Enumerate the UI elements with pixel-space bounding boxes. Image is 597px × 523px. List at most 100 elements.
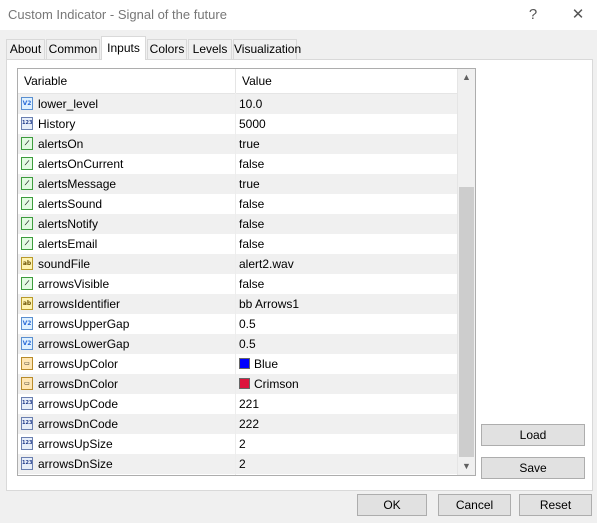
tab-inputs[interactable]: Inputs: [101, 36, 146, 60]
load-button[interactable]: Load: [481, 424, 585, 446]
input-name: arrowsUpperGap: [38, 317, 130, 331]
column-header-variable[interactable]: Variable: [24, 74, 67, 88]
input-name: arrowsUpSize: [38, 437, 113, 451]
input-row-arrowsDnCode[interactable]: 123 arrowsDnCode 222: [18, 414, 458, 434]
input-row-alertsOnCurrent[interactable]: ⟋ alertsOnCurrent false: [18, 154, 458, 174]
input-row-alertsMessage[interactable]: ⟋ alertsMessage true: [18, 174, 458, 194]
input-row-arrowsUpSize[interactable]: 123 arrowsUpSize 2: [18, 434, 458, 454]
color-type-icon: ▭: [21, 357, 33, 370]
input-row-arrowsIdentifier[interactable]: ab arrowsIdentifier bb Arrows1: [18, 294, 458, 314]
input-value-text: 2: [239, 437, 246, 451]
input-row-arrowsLowerGap[interactable]: V2 arrowsLowerGap 0.5: [18, 334, 458, 354]
input-value[interactable]: 0.5: [239, 317, 256, 331]
input-row-alertsSound[interactable]: ⟋ alertsSound false: [18, 194, 458, 214]
color-swatch[interactable]: [239, 378, 250, 389]
input-row-arrowsDnSize[interactable]: 123 arrowsDnSize 2: [18, 454, 458, 474]
input-value[interactable]: false: [239, 277, 264, 291]
color-swatch[interactable]: [239, 358, 250, 369]
tab-visualization[interactable]: Visualization: [233, 39, 301, 59]
input-value[interactable]: 10.0: [239, 97, 262, 111]
input-value[interactable]: alert2.wav: [239, 257, 294, 271]
input-row-arrowsUpColor[interactable]: ▭ arrowsUpColor Blue: [18, 354, 458, 374]
inputs-panel: Variable Value V2 lower_level 10.0 123 Histo…: [6, 59, 593, 491]
double-type-icon: V2: [21, 97, 33, 110]
input-name: soundFile: [38, 257, 91, 271]
tab-about[interactable]: About: [6, 39, 45, 59]
integer-type-icon: 123: [21, 397, 33, 410]
input-value[interactable]: false: [239, 217, 264, 231]
input-value-text: true: [239, 137, 260, 151]
color-type-icon: ▭: [21, 377, 33, 390]
save-button[interactable]: Save: [481, 457, 585, 479]
input-name: alertsNotify: [38, 217, 99, 231]
boolean-type-icon: ⟋: [21, 197, 33, 210]
input-value-text: 2: [239, 457, 246, 471]
input-value[interactable]: 5000: [239, 117, 266, 131]
input-value[interactable]: bb Arrows1: [239, 297, 299, 311]
input-row-arrowsUpCode[interactable]: 123 arrowsUpCode 221: [18, 394, 458, 414]
input-value-text: 0.5: [239, 317, 256, 331]
input-row-alertsOn[interactable]: ⟋ alertsOn true: [18, 134, 458, 154]
input-value-text: Crimson: [254, 377, 299, 391]
column-divider[interactable]: [235, 69, 236, 93]
integer-type-icon: 123: [21, 417, 33, 430]
input-value[interactable]: true: [239, 137, 260, 151]
tab-levels[interactable]: Levels: [188, 39, 232, 59]
boolean-type-icon: ⟋: [21, 177, 33, 190]
reset-button[interactable]: Reset: [519, 494, 592, 516]
input-name: arrowsIdentifier: [38, 297, 121, 311]
input-name: alertsEmail: [38, 237, 98, 251]
input-value-text: false: [239, 237, 265, 251]
input-name: arrowsDnColor: [38, 377, 119, 391]
input-value-text: 0.5: [239, 337, 256, 351]
input-value[interactable]: Blue: [239, 357, 278, 371]
input-value-text: alert2.wav: [239, 257, 294, 271]
input-row-arrowsUpperGap[interactable]: V2 arrowsUpperGap 0.5: [18, 314, 458, 334]
input-value[interactable]: 0.5: [239, 337, 256, 351]
input-value[interactable]: 221: [239, 397, 259, 411]
grid-column-separator: [235, 93, 236, 475]
ok-button[interactable]: OK: [357, 494, 427, 516]
input-value[interactable]: false: [239, 197, 264, 211]
double-type-icon: V2: [21, 317, 33, 330]
vertical-scrollbar[interactable]: ▲ ▼: [457, 69, 475, 475]
input-row-soundFile[interactable]: ab soundFile alert2.wav: [18, 254, 458, 274]
input-name: arrowsVisible: [38, 277, 110, 291]
input-value-text: Blue: [254, 357, 279, 371]
input-value[interactable]: 2: [239, 437, 246, 451]
input-name: arrowsDnSize: [38, 457, 113, 471]
input-name: alertsOnCurrent: [38, 157, 124, 171]
tab-common[interactable]: Common: [46, 39, 100, 59]
boolean-type-icon: ⟋: [21, 277, 33, 290]
input-value[interactable]: Crimson: [239, 377, 299, 391]
close-button[interactable]: ✕: [563, 3, 593, 27]
help-button[interactable]: ?: [518, 3, 548, 27]
input-value-text: bb Arrows1: [239, 297, 300, 311]
input-row-arrowsVisible[interactable]: ⟋ arrowsVisible false: [18, 274, 458, 294]
boolean-type-icon: ⟋: [21, 137, 33, 150]
cancel-button[interactable]: Cancel: [438, 494, 511, 516]
input-value[interactable]: true: [239, 177, 260, 191]
input-value[interactable]: 2: [239, 457, 246, 471]
input-row-alertsNotify[interactable]: ⟋ alertsNotify false: [18, 214, 458, 234]
input-row-alertsEmail[interactable]: ⟋ alertsEmail false: [18, 234, 458, 254]
scroll-down-icon[interactable]: ▼: [458, 458, 475, 475]
tab-colors[interactable]: Colors: [147, 39, 187, 59]
boolean-type-icon: ⟋: [21, 237, 33, 250]
scroll-up-icon[interactable]: ▲: [458, 69, 475, 86]
input-value[interactable]: false: [239, 157, 264, 171]
input-row-lower_level[interactable]: V2 lower_level 10.0: [18, 94, 458, 114]
input-value[interactable]: false: [239, 237, 264, 251]
scrollbar-thumb[interactable]: [459, 187, 474, 457]
input-row-History[interactable]: 123 History 5000: [18, 114, 458, 134]
title-bar: Custom Indicator - Signal of the future …: [0, 0, 597, 30]
input-value[interactable]: 222: [239, 417, 259, 431]
column-header-value[interactable]: Value: [242, 74, 272, 88]
boolean-type-icon: ⟋: [21, 217, 33, 230]
input-row-arrowsDnColor[interactable]: ▭ arrowsDnColor Crimson: [18, 374, 458, 394]
string-type-icon: ab: [21, 297, 33, 310]
input-value-text: 221: [239, 397, 260, 411]
input-name: alertsSound: [38, 197, 103, 211]
input-value-text: 222: [239, 417, 260, 431]
input-value-text: false: [239, 217, 265, 231]
